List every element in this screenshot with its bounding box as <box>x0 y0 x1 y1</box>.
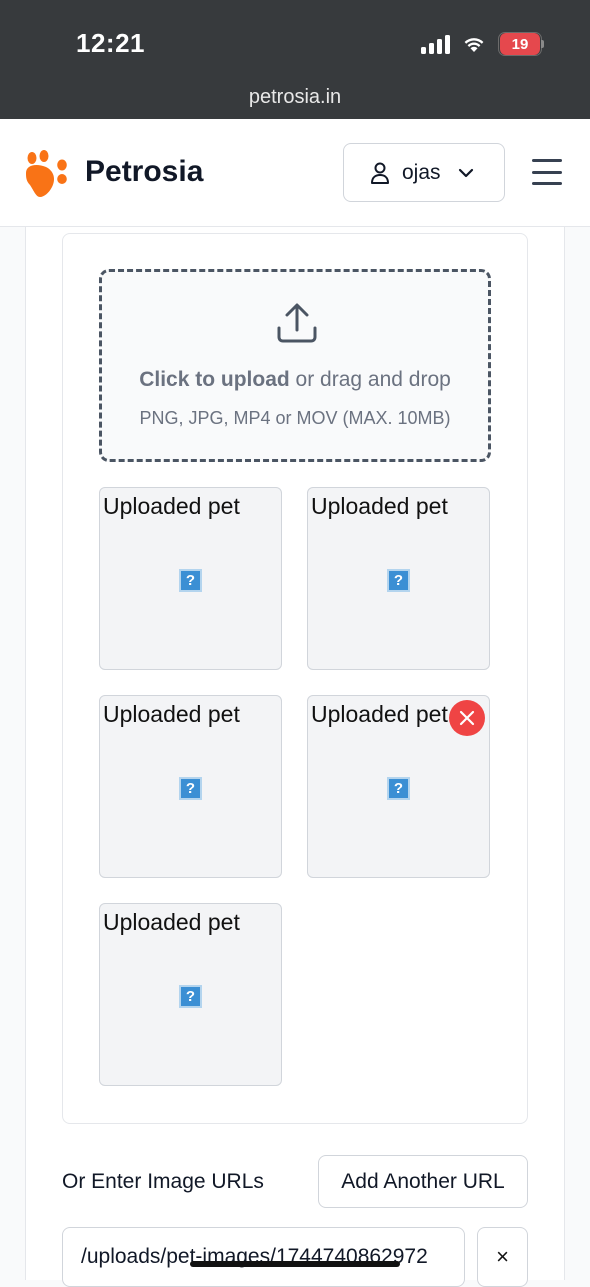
signal-icon <box>421 34 450 54</box>
status-bar: 12:21 19 petrosia.in <box>0 0 590 119</box>
click-to-upload-text[interactable]: Click to upload <box>139 368 290 391</box>
drag-drop-text: or drag and drop <box>289 368 451 391</box>
add-url-button[interactable]: Add Another URL <box>318 1155 528 1208</box>
image-url-input[interactable]: /uploads/pet-images/1744740862972 <box>62 1227 465 1287</box>
user-menu-button[interactable]: ojas <box>343 143 505 202</box>
image-urls-heading: Or Enter Image URLs <box>62 1170 264 1193</box>
broken-image-icon: ? <box>179 777 202 800</box>
user-name: ojas <box>402 160 441 184</box>
brand-name[interactable]: Petrosia <box>85 155 203 189</box>
hamburger-menu-icon[interactable] <box>532 159 562 185</box>
remove-image-button[interactable] <box>449 700 485 736</box>
dropzone-instructions: Click to upload or drag and drop <box>102 368 488 392</box>
paw-logo-icon[interactable] <box>22 149 72 199</box>
close-icon <box>459 710 475 726</box>
upload-dropzone[interactable]: Click to upload or drag and drop PNG, JP… <box>99 269 491 462</box>
battery-icon: 19 <box>498 32 544 56</box>
chevron-down-icon <box>458 168 473 177</box>
broken-image-icon: ? <box>179 569 202 592</box>
thumbnail-alt-text: Uploaded pet <box>311 701 448 727</box>
accepted-formats: PNG, JPG, MP4 or MOV (MAX. 10MB) <box>139 408 451 428</box>
wifi-icon <box>464 38 484 52</box>
user-icon <box>371 162 389 184</box>
uploaded-thumbnail[interactable]: Uploaded pet ? <box>99 487 282 670</box>
uploaded-thumbnail[interactable]: Uploaded pet ? <box>99 695 282 878</box>
thumbnail-alt-text: Uploaded pet <box>103 701 240 727</box>
status-icons: 19 <box>421 30 544 58</box>
uploaded-thumbnail[interactable]: Uploaded pet ? <box>307 487 490 670</box>
browser-url[interactable]: petrosia.in <box>0 86 590 109</box>
home-indicator[interactable] <box>190 1261 400 1267</box>
battery-level: 19 <box>500 33 544 55</box>
navbar: Petrosia ojas <box>0 119 590 227</box>
remove-url-button[interactable]: × <box>477 1227 528 1287</box>
thumbnail-alt-text: Uploaded pet <box>103 493 240 519</box>
broken-image-icon: ? <box>387 777 410 800</box>
upload-icon <box>277 303 317 343</box>
thumbnail-alt-text: Uploaded pet <box>311 493 448 519</box>
uploaded-thumbnail[interactable]: Uploaded pet ? <box>99 903 282 1086</box>
status-time: 12:21 <box>76 28 145 58</box>
broken-image-icon: ? <box>179 985 202 1008</box>
broken-image-icon: ? <box>387 569 410 592</box>
thumbnail-alt-text: Uploaded pet <box>103 909 240 935</box>
